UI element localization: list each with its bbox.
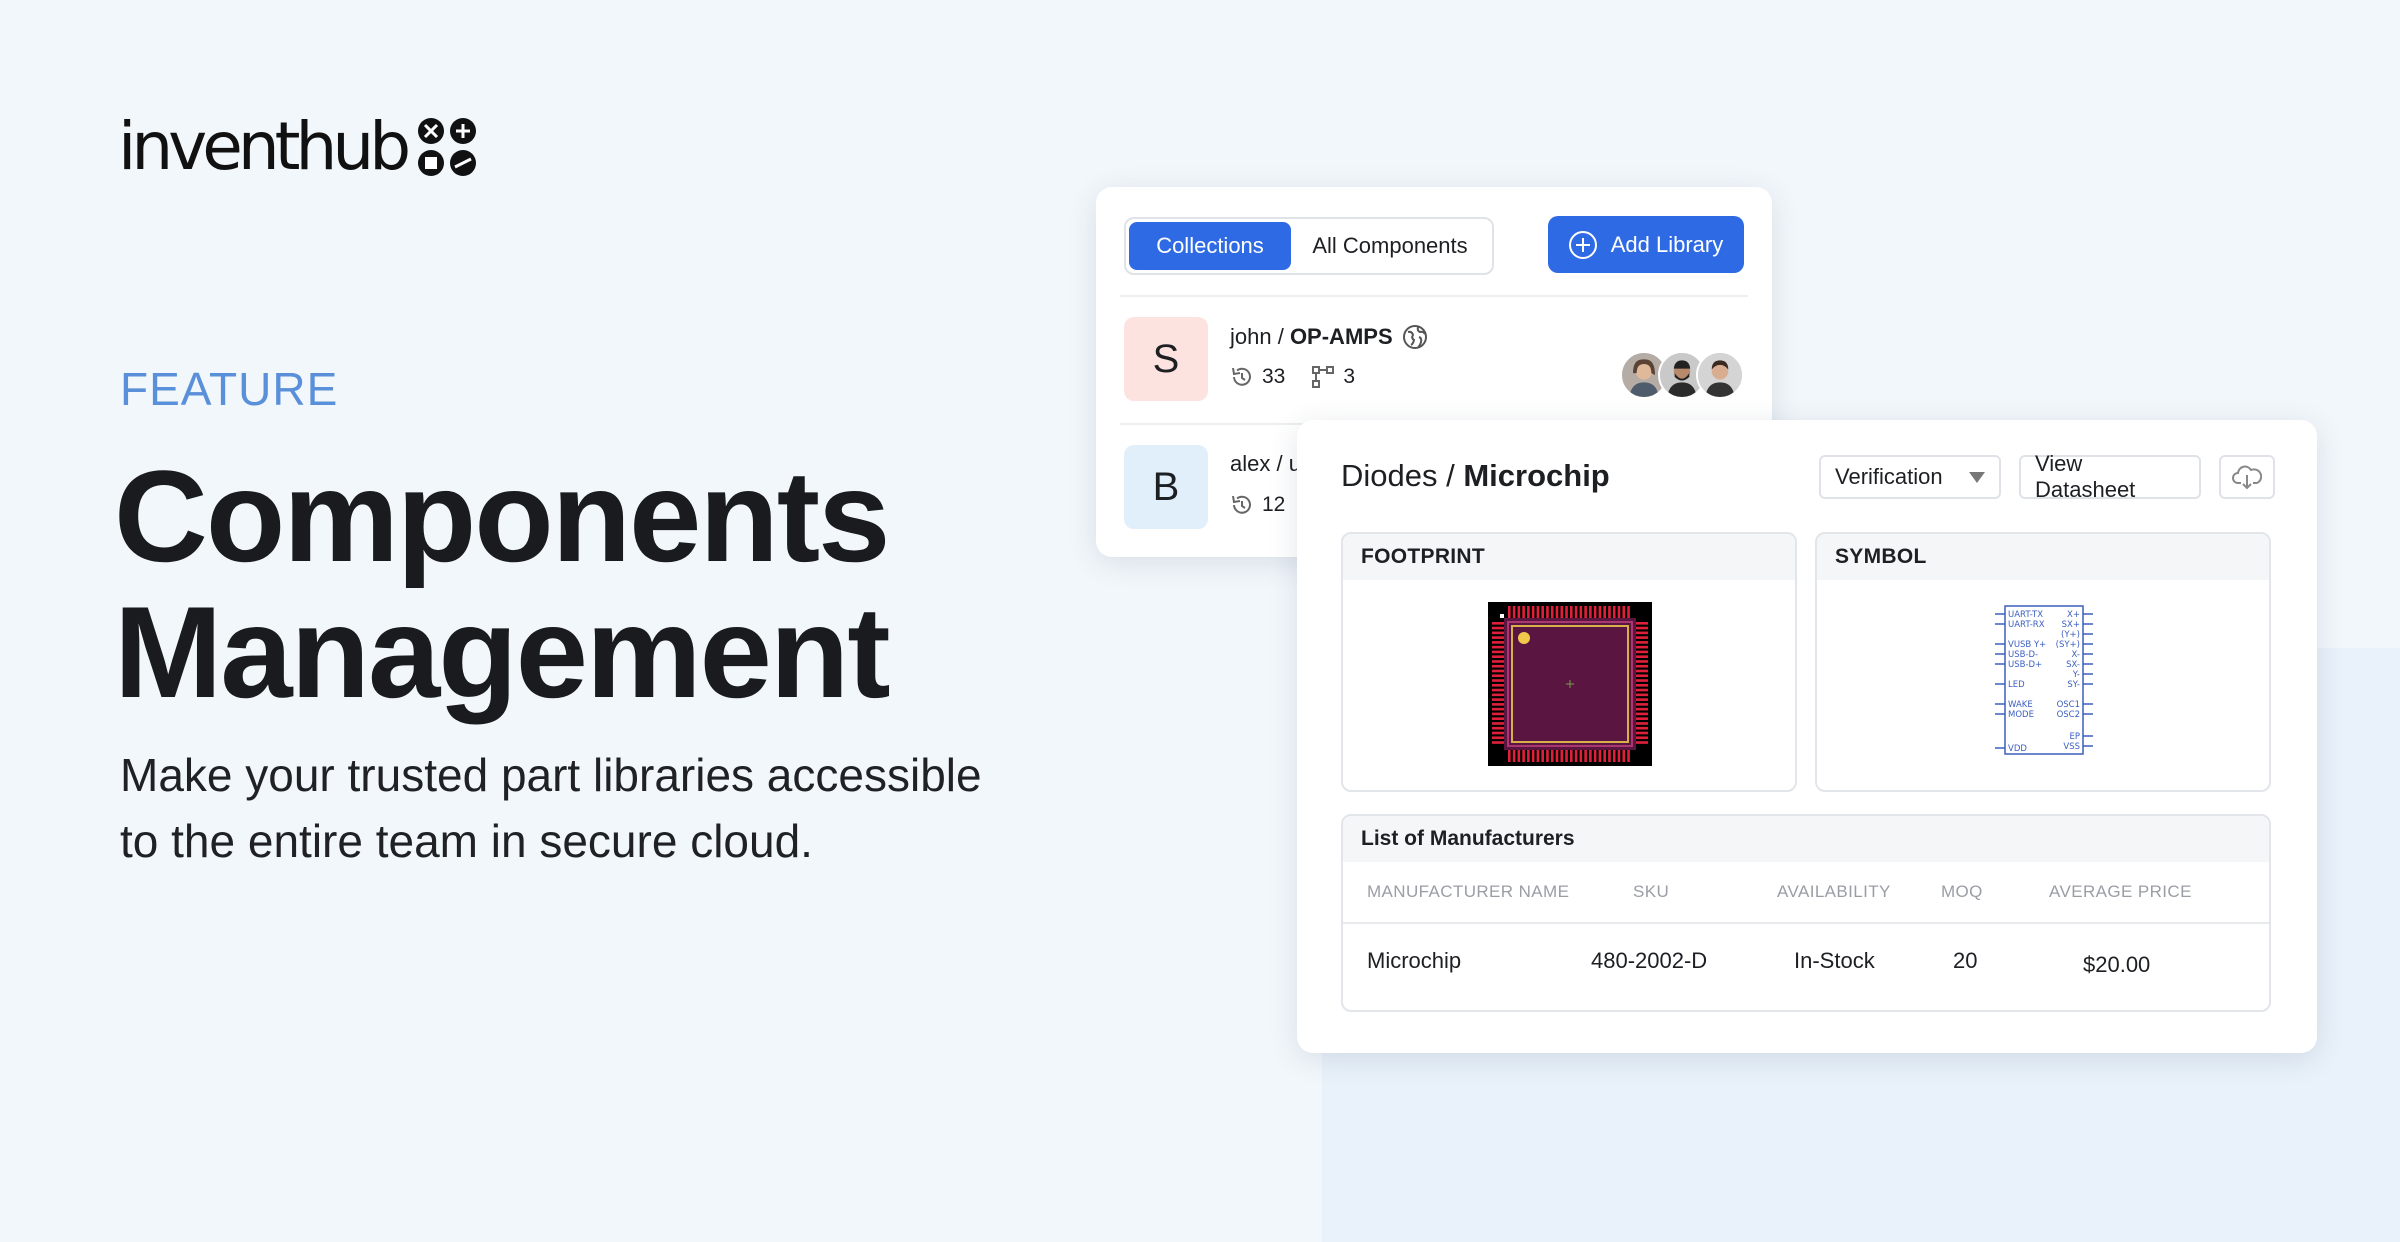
divider [1120,295,1748,297]
column-header-average-price: AVERAGE PRICE [2049,882,2192,901]
symbol-pin-label: UART-TX [2008,610,2043,620]
cell-availability: In-Stock [1794,948,1875,973]
library-title: john / OP-AMPS [1230,323,1429,351]
library-title: alex / u [1230,451,1301,477]
library-name: OP-AMPS [1289,324,1393,349]
history-stat: 33 [1230,365,1285,389]
plus-circle-icon [1568,230,1597,259]
symbol-pin-label: Y- [2072,670,2080,680]
cell-average-price: $20.00 [2083,952,2151,977]
component-symbols-icon [418,118,477,176]
subtitle-line-2: to the entire team in secure cloud. [120,815,813,867]
manufacturers-heading: List of Manufacturers [1343,816,2269,862]
symbol-pin-label: USB-D- [2008,650,2038,660]
symbol-pin-label: SY- [2067,680,2080,690]
symbol-pin-label: X- [2072,650,2080,660]
avatar [1696,351,1744,399]
component-detail-card: Diodes / Microchip Verification View Dat… [1297,420,2317,1053]
brand-name: inventhub [118,108,411,185]
library-stats: 33 3 [1230,365,1355,389]
title-line-1: Components [114,443,890,589]
tab-collections[interactable]: Collections [1129,222,1291,270]
brand-logo: inventhub [118,112,478,182]
page-title: Components Management [114,443,891,725]
symbol-pin-label: USB-D+ [2008,660,2042,670]
manufacturers-table: List of Manufacturers MANUFACTURER NAME … [1341,814,2271,1012]
feature-eyebrow: FEATURE [120,363,339,415]
cloud-download-icon [2232,465,2262,490]
branch-stat: 3 [1311,365,1355,389]
chevron-down-icon [1969,471,1985,483]
tab-all-components[interactable]: All Components [1291,222,1489,270]
symbol-pin-label: VDD [2008,744,2027,754]
footprint-panel: FOOTPRINT [1341,532,1797,792]
cell-moq: 20 [1953,948,1978,973]
symbol-pin-label: VSS [2063,742,2080,752]
column-header-sku: SKU [1633,882,1670,901]
footprint-heading: FOOTPRINT [1343,534,1795,580]
symbol-pin-label: OSC2 [2057,710,2080,720]
symbol-pin-label: VUSB Y+ [2008,640,2046,650]
page-subtitle: Make your trusted part libraries accessi… [120,742,1020,874]
component-title: Diodes / Microchip [1341,458,1610,494]
add-library-button[interactable]: Add Library [1548,216,1744,273]
title-line-2: Management [114,579,891,725]
schematic-symbol-preview[interactable]: UART-TXUART-RX VUSB Y+USB-D-USB-D+ LED WAKE… [1993,604,2095,758]
column-header-moq: MOQ [1941,882,1983,901]
symbol-pin-label: (SY+) [2056,640,2080,650]
library-avatar: B [1124,445,1208,529]
symbol-pin-label: (Y+) [2061,630,2080,640]
symbol-pin-label: UART-RX [2008,620,2045,630]
library-owner: alex / u [1230,451,1301,476]
symbol-pin-label: SX+ [2062,620,2080,630]
column-header-manufacturer: MANUFACTURER NAME [1367,882,1570,901]
symbol-pin-label: X+ [2067,610,2080,620]
globe-icon [1402,325,1427,349]
history-count: 33 [1262,365,1286,388]
symbol-pin-label: SX- [2066,660,2080,670]
component-category: Diodes / [1341,458,1464,493]
history-icon [1232,367,1251,386]
symbol-pin-label: EP [2070,732,2081,742]
cell-manufacturer: Microchip [1367,948,1462,973]
component-manufacturer: Microchip [1463,458,1610,493]
symbol-panel: SYMBOL UART-TX UART-RX VUSB Y+ USB-D- USB-D+… [1815,532,2271,792]
table-divider [1343,922,2269,924]
cell-sku: 480-2002-D [1591,948,1708,973]
history-stat: 12 [1230,493,1285,517]
add-library-label: Add Library [1610,231,1724,257]
library-avatar: S [1124,317,1208,401]
symbol-heading: SYMBOL [1817,534,2269,580]
symbol-pin-label: LED [2008,680,2025,690]
view-datasheet-button[interactable]: View Datasheet [2019,451,2201,502]
status-select[interactable]: Verification [1819,455,2001,499]
download-button[interactable] [2219,455,2275,499]
history-icon [1232,495,1251,514]
library-owner: john / [1230,324,1290,349]
column-header-availability: AVAILABILITY [1777,882,1891,901]
symbol-pin-label: WAKE [2008,700,2033,710]
subtitle-line-1: Make your trusted part libraries accessi… [120,749,982,801]
branch-count: 3 [1343,365,1356,388]
library-stats: 12 [1230,493,1285,517]
footprint-preview[interactable] [1488,602,1652,766]
view-toggle: Collections All Components [1124,217,1494,275]
list-item[interactable]: S john / OP-AMPS 33 3 [1124,317,1744,403]
status-select-value: Verification [1835,464,1943,489]
team-avatars[interactable] [1620,351,1744,399]
history-count: 12 [1262,493,1286,516]
symbol-pin-label: MODE [2008,710,2034,720]
symbol-pin-label: OSC1 [2057,700,2080,710]
branch-icon [1312,366,1335,388]
